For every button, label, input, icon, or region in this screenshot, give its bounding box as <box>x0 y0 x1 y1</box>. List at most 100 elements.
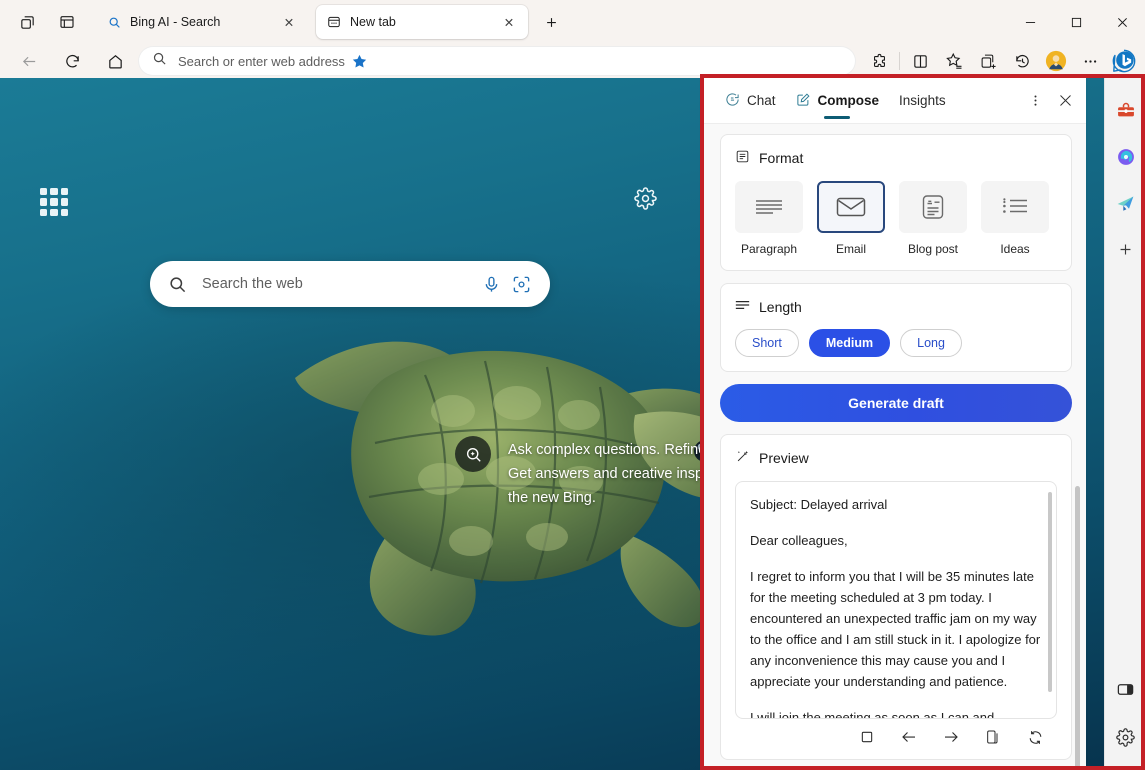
tab-label: Insights <box>899 93 946 108</box>
screen: Bing AI - Search ✕ New tab ✕ <box>0 0 1145 770</box>
tab-compose[interactable]: Compose <box>786 78 890 124</box>
tab-bing-ai-search[interactable]: Bing AI - Search ✕ <box>96 5 308 39</box>
extensions-icon[interactable] <box>862 46 896 76</box>
paragraph-icon <box>735 181 803 233</box>
format-option-blog-post[interactable]: Blog post <box>899 181 967 256</box>
app-grid-icon[interactable] <box>40 188 68 216</box>
newtab-icon <box>326 14 342 30</box>
settings-more-icon[interactable] <box>1073 46 1107 76</box>
home-icon[interactable] <box>98 46 132 76</box>
length-icon <box>735 298 750 315</box>
panel-more-options-icon[interactable] <box>1020 86 1050 116</box>
tab-insights[interactable]: Insights <box>889 78 956 124</box>
browser-essentials-icon[interactable] <box>1105 666 1145 712</box>
history-icon[interactable] <box>1005 46 1039 76</box>
preview-toolbar <box>735 719 1057 755</box>
split-screen-icon[interactable] <box>50 7 84 37</box>
format-option-label: Paragraph <box>735 242 803 256</box>
length-option-long[interactable]: Long <box>900 329 962 357</box>
email-envelope-icon <box>817 181 885 233</box>
tab-close-icon[interactable]: ✕ <box>498 11 520 33</box>
refresh-icon[interactable] <box>55 46 89 76</box>
length-card: Length Short Medium Long <box>720 283 1072 372</box>
window-controls <box>1007 0 1145 44</box>
previous-arrow-icon[interactable] <box>897 725 921 749</box>
favorites-icon[interactable] <box>937 46 971 76</box>
preview-paragraph: I will join the meeting as soon as I can… <box>750 707 1042 719</box>
maximize-button[interactable] <box>1053 0 1099 44</box>
back-arrow-icon[interactable] <box>12 46 46 76</box>
shopping-icon[interactable] <box>1105 88 1145 134</box>
page-settings-gear-icon[interactable] <box>634 187 657 215</box>
search-input[interactable]: Search the web <box>202 276 476 292</box>
search-icon <box>106 14 122 30</box>
generate-draft-button[interactable]: Generate draft <box>720 384 1072 422</box>
preview-scrollbar[interactable] <box>1048 492 1052 692</box>
format-option-paragraph[interactable]: Paragraph <box>735 181 803 256</box>
settings-gear-icon[interactable] <box>1105 714 1145 760</box>
tab-chat[interactable]: Chat <box>715 78 786 124</box>
copilot-icon[interactable] <box>1105 134 1145 180</box>
preview-paragraph: Subject: Delayed arrival <box>750 494 1042 515</box>
favorite-star-icon[interactable] <box>345 48 375 74</box>
regenerate-icon[interactable] <box>1023 725 1047 749</box>
address-input[interactable]: Search or enter web address <box>178 54 345 69</box>
search-icon <box>152 51 167 71</box>
format-card: Format Paragraph <box>720 134 1072 271</box>
format-icon <box>735 149 750 167</box>
collections-icon[interactable] <box>971 46 1005 76</box>
copy-icon[interactable] <box>981 725 1005 749</box>
new-tab-button[interactable] <box>536 7 566 37</box>
format-options: Paragraph Email <box>735 181 1057 256</box>
tab-new-tab[interactable]: New tab ✕ <box>316 5 528 39</box>
next-arrow-icon[interactable] <box>939 725 963 749</box>
stop-icon[interactable] <box>855 725 879 749</box>
preview-paragraph: I regret to inform you that I will be 35… <box>750 566 1042 692</box>
preview-card: Preview Subject: Delayed arrival Dear co… <box>720 434 1072 760</box>
blog-post-icon <box>899 181 967 233</box>
length-card-title: Length <box>735 298 1057 315</box>
format-option-label: Blog post <box>899 242 967 256</box>
panel-body: Format Paragraph <box>703 124 1086 770</box>
format-option-label: Ideas <box>981 242 1049 256</box>
preview-text-box[interactable]: Subject: Delayed arrival Dear colleagues… <box>735 481 1057 719</box>
card-title-label: Length <box>759 299 802 315</box>
format-option-email[interactable]: Email <box>817 181 885 256</box>
chat-bubble-icon <box>725 92 740 110</box>
edge-sidebar-rail <box>1104 78 1145 770</box>
length-options: Short Medium Long <box>735 329 1057 357</box>
preview-card-title: Preview <box>735 449 1057 467</box>
toolbar-right-icons <box>862 46 1145 76</box>
search-icon <box>166 269 188 299</box>
minimize-button[interactable] <box>1007 0 1053 44</box>
split-screen-icon[interactable] <box>903 46 937 76</box>
preview-content: Subject: Delayed arrival Dear colleagues… <box>750 494 1042 719</box>
web-search-box[interactable]: Search the web <box>150 261 550 307</box>
tab-title: New tab <box>350 15 490 29</box>
tab-actions-icon[interactable] <box>10 7 44 37</box>
tab-label: Compose <box>818 93 880 108</box>
panel-scroll-content: Format Paragraph <box>703 124 1086 770</box>
games-icon[interactable] <box>1105 180 1145 226</box>
visual-search-icon[interactable] <box>506 269 536 299</box>
address-bar[interactable]: Search or enter web address <box>138 46 856 76</box>
profile-avatar[interactable] <box>1039 46 1073 76</box>
panel-scrollbar-thumb[interactable] <box>1075 486 1080 770</box>
add-icon[interactable] <box>1105 226 1145 272</box>
panel-header: Chat Compose Insights <box>703 78 1086 124</box>
format-card-title: Format <box>735 149 1057 167</box>
bing-copilot-icon[interactable] <box>1107 46 1141 76</box>
format-option-ideas[interactable]: Ideas <box>981 181 1049 256</box>
format-option-label: Email <box>817 242 885 256</box>
card-title-label: Format <box>759 150 803 166</box>
panel-close-icon[interactable] <box>1050 86 1080 116</box>
length-option-short[interactable]: Short <box>735 329 799 357</box>
panel-scrollbar-track[interactable] <box>1076 170 1083 770</box>
tab-title: Bing AI - Search <box>130 15 270 29</box>
length-option-medium[interactable]: Medium <box>809 329 890 357</box>
tab-close-icon[interactable]: ✕ <box>278 11 300 33</box>
microphone-icon[interactable] <box>476 269 506 299</box>
compose-pencil-icon <box>796 92 811 110</box>
close-button[interactable] <box>1099 0 1145 44</box>
browser-toolbar: Search or enter web address <box>0 44 1145 78</box>
